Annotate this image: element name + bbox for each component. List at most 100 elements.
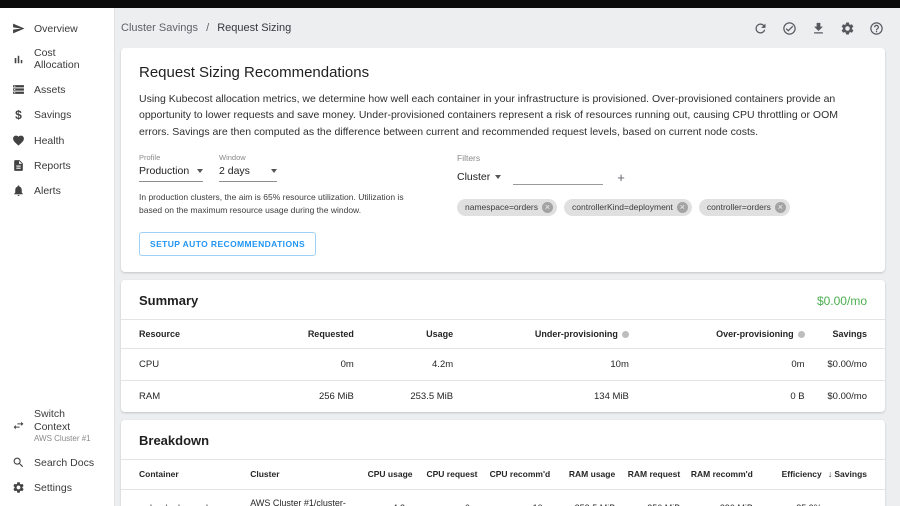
profile-value: Production xyxy=(139,165,189,177)
close-icon[interactable]: × xyxy=(542,202,553,213)
sidebar-item-label: Settings xyxy=(34,482,72,494)
content-area: Request Sizing Recommendations Using Kub… xyxy=(115,48,900,506)
sidebar-spacer xyxy=(0,203,114,402)
gear-icon xyxy=(12,481,25,494)
controls-row: Profile Production Window 2 da xyxy=(139,153,867,217)
column-header: RAM request xyxy=(618,460,683,489)
page-title: Request Sizing Recommendations xyxy=(139,64,867,81)
info-icon[interactable] xyxy=(798,331,805,338)
summary-title: Summary xyxy=(139,293,198,308)
download-button[interactable] xyxy=(810,20,826,36)
sidebar-bottom: Switch Context AWS Cluster #1 Search Doc… xyxy=(0,402,114,506)
kubecost-app: Overview Cost Allocation Assets $ Saving… xyxy=(0,0,900,506)
sidebar-item-reports[interactable]: Reports xyxy=(0,153,114,178)
table-row: CPU 0m 4.2m 10m 0m $0.00/mo xyxy=(121,349,885,381)
window-select[interactable]: Window 2 days xyxy=(219,153,277,182)
close-icon[interactable]: × xyxy=(677,202,688,213)
filter-chips: namespace=orders × controllerKind=deploy… xyxy=(457,199,790,216)
help-icon xyxy=(869,21,884,36)
swap-icon xyxy=(12,419,25,432)
breadcrumb-separator: / xyxy=(206,22,209,34)
download-icon xyxy=(811,21,826,36)
top-black-bar xyxy=(0,0,900,8)
refresh-button[interactable] xyxy=(752,20,768,36)
filters-section: Filters Cluster + xyxy=(457,153,790,216)
table-row[interactable]: orders/orders:orders AWS Cluster #1/clus… xyxy=(121,489,885,506)
main-header: Cluster Savings / Request Sizing xyxy=(115,8,900,48)
profile-controls: Profile Production Window 2 da xyxy=(139,153,441,217)
chip-label: controller=orders xyxy=(707,202,771,212)
sidebar-item-search-docs[interactable]: Search Docs xyxy=(0,450,114,475)
gear-icon xyxy=(840,21,855,36)
sidebar-item-alerts[interactable]: Alerts xyxy=(0,178,114,203)
filter-type-value: Cluster xyxy=(457,171,490,183)
column-header: Under-provisioning xyxy=(457,320,633,349)
sidebar-item-settings[interactable]: Settings xyxy=(0,475,114,500)
filter-value-input[interactable] xyxy=(513,170,603,185)
column-header: Usage xyxy=(358,320,457,349)
setup-auto-recommendations-button[interactable]: SETUP AUTO RECOMMENDATIONS xyxy=(139,232,316,256)
window-value: 2 days xyxy=(219,165,250,177)
settings-button[interactable] xyxy=(839,20,855,36)
sidebar-item-cost-allocation[interactable]: Cost Allocation xyxy=(0,41,114,77)
sort-desc-icon: ↓ xyxy=(828,469,833,479)
profile-note: In production clusters, the aim is 65% r… xyxy=(139,191,421,217)
filter-chip: namespace=orders × xyxy=(457,199,557,216)
sidebar-item-overview[interactable]: Overview xyxy=(0,16,114,41)
search-icon xyxy=(12,456,25,469)
summary-card: Summary $0.00/mo Resource Requested Usag… xyxy=(121,280,885,412)
chevron-down-icon xyxy=(495,175,501,179)
sidebar-item-label: Health xyxy=(34,135,64,147)
column-header: CPU recomm'd xyxy=(481,460,554,489)
sidebar-nav: Overview Cost Allocation Assets $ Saving… xyxy=(0,16,114,203)
chevron-down-icon xyxy=(197,169,203,173)
heart-icon xyxy=(12,134,25,147)
column-header-savings-sort[interactable]: ↓Savings xyxy=(825,460,885,489)
summary-table: Resource Requested Usage Under-provision… xyxy=(121,319,885,412)
overview-icon xyxy=(12,22,25,35)
resource-cell: CPU xyxy=(121,349,243,381)
switch-context-labels: Switch Context AWS Cluster #1 xyxy=(34,408,102,444)
sidebar-item-label: Alerts xyxy=(34,185,61,197)
health-check-button[interactable] xyxy=(781,20,797,36)
breadcrumb-parent[interactable]: Cluster Savings xyxy=(121,22,198,34)
breadcrumb: Cluster Savings / Request Sizing xyxy=(121,22,291,34)
bell-icon xyxy=(12,184,25,197)
breakdown-title: Breakdown xyxy=(139,433,209,448)
sidebar-item-label: Assets xyxy=(34,84,66,96)
sidebar: Overview Cost Allocation Assets $ Saving… xyxy=(0,8,115,506)
request-sizing-card: Request Sizing Recommendations Using Kub… xyxy=(121,48,885,272)
container-cell: orders/orders:orders xyxy=(121,489,247,506)
column-header: RAM recomm'd xyxy=(683,460,756,489)
sidebar-item-label: Search Docs xyxy=(34,457,94,469)
column-header: Over-provisioning xyxy=(633,320,809,349)
breakdown-table: Container Cluster CPU usage CPU request … xyxy=(121,459,885,506)
profile-label: Profile xyxy=(139,153,203,162)
table-row: RAM 256 MiB 253.5 MiB 134 MiB 0 B $0.00/… xyxy=(121,381,885,413)
column-header: CPU request xyxy=(416,460,481,489)
sidebar-item-assets[interactable]: Assets xyxy=(0,77,114,102)
dollar-icon: $ xyxy=(12,108,25,122)
column-header: Cluster xyxy=(247,460,362,489)
column-header: Container xyxy=(121,460,247,489)
sidebar-item-switch-context[interactable]: Switch Context AWS Cluster #1 xyxy=(0,402,114,450)
sidebar-item-label: Overview xyxy=(34,23,78,35)
bar-chart-icon xyxy=(12,53,25,66)
profile-select[interactable]: Profile Production xyxy=(139,153,203,182)
info-icon[interactable] xyxy=(622,331,629,338)
column-header: CPU usage xyxy=(362,460,416,489)
help-button[interactable] xyxy=(868,20,884,36)
filter-type-select[interactable]: Cluster xyxy=(457,171,501,185)
sidebar-item-health[interactable]: Health xyxy=(0,128,114,153)
check-circle-icon xyxy=(782,21,797,36)
filters-label: Filters xyxy=(457,153,790,163)
current-cluster-label: AWS Cluster #1 xyxy=(34,434,102,444)
column-header: Efficiency xyxy=(756,460,825,489)
switch-context-label: Switch Context xyxy=(34,408,102,434)
sidebar-item-savings[interactable]: $ Savings xyxy=(0,102,114,128)
add-filter-button[interactable]: + xyxy=(615,171,627,185)
refresh-icon xyxy=(753,21,768,36)
sidebar-item-label: Reports xyxy=(34,160,71,172)
close-icon[interactable]: × xyxy=(775,202,786,213)
chevron-down-icon xyxy=(271,169,277,173)
